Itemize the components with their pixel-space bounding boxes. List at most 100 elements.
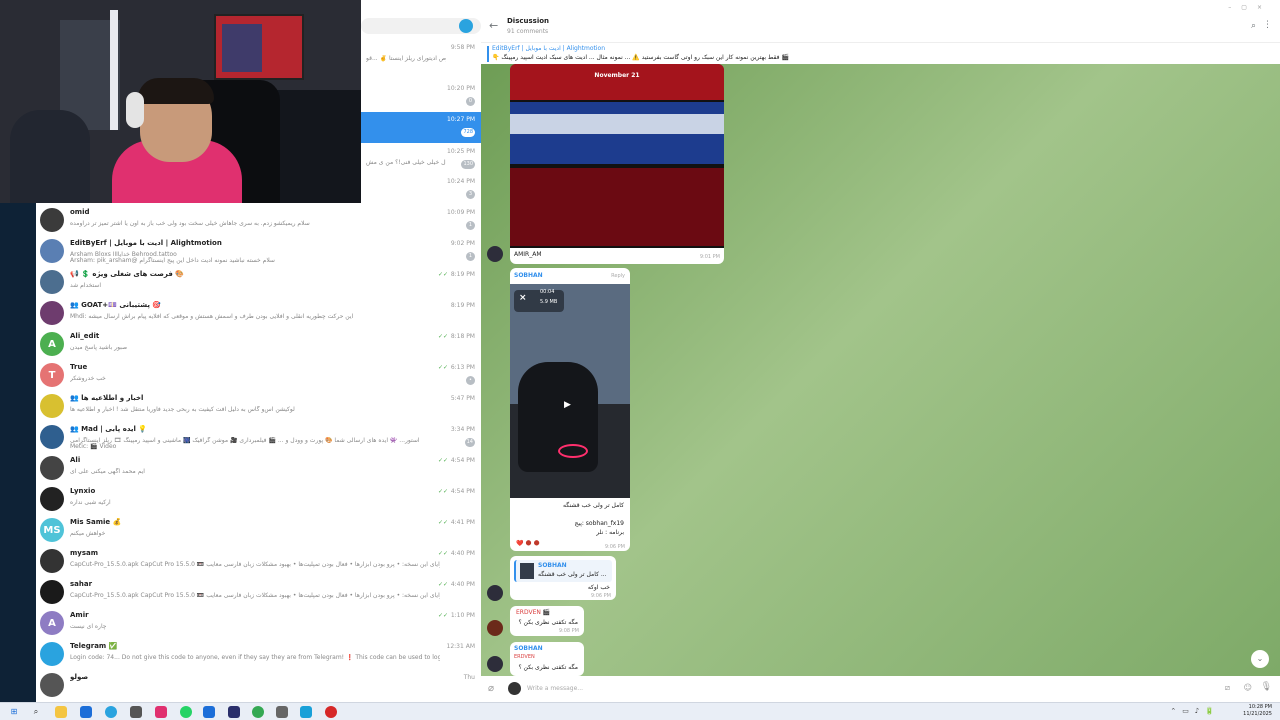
avatar[interactable] — [487, 585, 503, 601]
avatar[interactable] — [487, 246, 503, 262]
chat-row[interactable]: Ali ایم محمد اگهی میکنی علی ای 4:54 PM ✓✓ — [36, 453, 481, 484]
send-as-avatar[interactable] — [508, 682, 521, 695]
search-icon[interactable]: ⌕ — [1251, 21, 1256, 31]
attach-icon[interactable]: ⌀ — [488, 683, 494, 694]
chat-row[interactable]: 👥 GOAT+💷 پشتیبانی 🎯 Mhdi: این حرکت چطوریه… — [36, 298, 481, 329]
commands-icon[interactable]: ⧄ — [1225, 683, 1230, 693]
chat-row[interactable]: صولو Thu — [36, 670, 481, 701]
obs-icon[interactable] — [325, 706, 337, 718]
video-player[interactable]: × 00:04 5.9 MB ▶ — [510, 284, 630, 498]
app-icon[interactable] — [80, 706, 92, 718]
emoji-icon[interactable]: ☺ — [1244, 683, 1252, 692]
sender-name: AMIR_AM — [514, 251, 542, 258]
avatar — [40, 270, 64, 294]
scroll-down-button[interactable]: ⌄ — [1251, 650, 1269, 668]
chat-row[interactable]: omid سلام ریمیکشو زدم. به سری جاهاش خیلی … — [36, 205, 481, 236]
chat-row[interactable]: 📢 💲 فرصت های شغلی ویژه 🎨 استخدام شد 8:19 P… — [36, 267, 481, 298]
chat-row[interactable]: mysam CapCut-Pro_15.5.0.apk CapCut Pro 15… — [36, 546, 481, 577]
chat-preview: استخدام شد — [70, 282, 101, 289]
chat-title[interactable]: Discussion — [507, 17, 549, 25]
telegram-icon[interactable] — [105, 706, 117, 718]
chat-name: صولو — [70, 673, 89, 681]
file-explorer-icon[interactable] — [55, 706, 67, 718]
whatsapp-icon[interactable] — [180, 706, 192, 718]
reply-message[interactable]: SOBHAN کامل تر ولی خب قشنگه ... خب اوکه … — [510, 556, 616, 600]
close-icon[interactable]: × — [519, 293, 527, 303]
reply-button[interactable]: Reply — [611, 273, 625, 279]
chat-time: 10:09 PM — [447, 209, 475, 216]
microphone-icon[interactable]: 🎙 — [1261, 682, 1272, 692]
clock[interactable]: 10:28 PM 11/21/2025 — [1243, 704, 1272, 718]
app-icon[interactable] — [130, 706, 142, 718]
chat-preview: چاره ای نیست — [70, 623, 107, 630]
media-image[interactable]: November 21 — [510, 64, 724, 248]
app-icon[interactable] — [300, 706, 312, 718]
discussion-pane: ← Discussion 91 comments ⌕ ⋮ –▢× EditByE… — [481, 0, 1280, 702]
window-controls[interactable]: –▢× — [1228, 4, 1272, 11]
chat-name: True — [70, 363, 88, 371]
chrome-icon[interactable] — [252, 706, 264, 718]
clock-time: 10:28 PM — [1248, 704, 1272, 710]
app-icon[interactable] — [155, 706, 167, 718]
chat-time: 9:02 PM — [450, 240, 475, 247]
chat-time: 4:54 PM — [450, 457, 475, 464]
media-message[interactable]: November 21 AMIR_AM 9:01 PM — [510, 64, 724, 264]
chat-row[interactable]: A Amir چاره ای نیست 1:10 PM ✓✓ — [36, 608, 481, 639]
system-tray[interactable]: ⌃▭♪🔋 — [1170, 707, 1220, 715]
chat-row[interactable]: Telegram ✅ Login code: 74... Do not give … — [36, 639, 481, 670]
message-time: 9:08 PM — [558, 628, 579, 634]
chat-preview: صبور باشید پاسخ میدن — [70, 344, 128, 351]
chat-preview: Mhdi: این حرکت چطوریه انقلی و افلایی بود… — [70, 313, 354, 320]
message-text: مگه تکفتی نظری بکن ؟ — [518, 619, 578, 626]
avatar — [40, 549, 64, 573]
avatar[interactable] — [487, 620, 503, 636]
chat-time: 10:24 PM — [447, 178, 475, 185]
avatar — [40, 456, 64, 480]
video-car — [518, 362, 598, 472]
message-composer: ⌀ Write a message... ⧄ ☺ 🎙 — [481, 676, 1280, 702]
chat-row[interactable]: T True خب خدروشکر 6:13 PM ✓✓ • — [36, 360, 481, 391]
video-car-light — [558, 444, 588, 458]
avatar — [40, 487, 64, 511]
avatar[interactable] — [487, 656, 503, 672]
pinned-message[interactable]: EditByErf | ادیت با موبایل | Alightmotio… — [481, 42, 1280, 64]
chat-row[interactable]: MS Mis Samie 💰 خواهش میکنم 4:41 PM ✓✓ — [36, 515, 481, 546]
chat-preview: خواهش میکنم — [70, 530, 106, 537]
play-icon[interactable]: ▶ — [564, 400, 578, 414]
chat-row[interactable]: Lynxio ارکیه شبی نداره 4:54 PM ✓✓ — [36, 484, 481, 515]
chat-row[interactable]: 👥 اخبار و اطلاعیه ها لوکیشن اس‌و گاس به د… — [36, 391, 481, 422]
video-message[interactable]: SOBHAN Reply × 00:04 5.9 MB ▶ کامل تر ول… — [510, 268, 630, 551]
search-icon[interactable]: ⌕ — [30, 706, 42, 718]
clock-date: 11/21/2025 — [1243, 711, 1272, 717]
chat-time: 8:18 PM — [450, 333, 475, 340]
avatar — [40, 580, 64, 604]
avatar: A — [40, 611, 64, 635]
pinned-text: 👇 فقط بهترین نمونه کار این سبک رو اوتی گ… — [492, 54, 789, 61]
chat-preview: خب خدروشکر — [70, 375, 106, 382]
more-vertical-icon[interactable]: ⋮ — [1263, 20, 1272, 30]
chat-name: omid — [70, 208, 90, 216]
taskbar: ⊞ ⌕ ⌃▭♪🔋 10:28 PM 11/21/2025 — [0, 702, 1280, 720]
avatar — [40, 208, 64, 232]
chat-row[interactable]: A Ali_edit صبور باشید پاسخ میدن 8:18 PM ✓✓ — [36, 329, 481, 360]
message-input[interactable]: Write a message... — [527, 685, 583, 692]
chat-name: 👥 اخبار و اطلاعیه ها — [70, 394, 144, 402]
text-message[interactable]: ERDVEN 🎬 مگه تکفتی نظری بکن ؟ 9:08 PM — [510, 606, 584, 636]
chat-time: 5:47 PM — [450, 395, 475, 402]
chat-row[interactable]: sahar CapCut-Pro_15.5.0.apk CapCut Pro 15… — [36, 577, 481, 608]
chat-time: 4:40 PM — [450, 550, 475, 557]
message-time: 9:01 PM — [699, 254, 720, 260]
message-text: برنامه : نلر — [596, 529, 624, 536]
start-icon[interactable]: ⊞ — [8, 706, 20, 718]
pinned-accent-bar — [487, 46, 489, 62]
chart-app-icon[interactable] — [203, 706, 215, 718]
reactions[interactable]: ❤️ 🌑 🌑 — [516, 540, 540, 547]
reply-quote[interactable]: SOBHAN کامل تر ولی خب قشنگه ... — [514, 560, 612, 582]
back-arrow-icon[interactable]: ← — [489, 19, 498, 32]
text-message[interactable]: SOBHAN ERDVEN مگه تکفتی نظری بکن ؟ — [510, 642, 584, 676]
unread-badge: 0 — [466, 97, 475, 106]
read-check-icon: ✓✓ — [437, 550, 448, 557]
settings-icon[interactable] — [276, 706, 288, 718]
unread-badge: 130 — [461, 160, 475, 169]
after-effects-icon[interactable] — [228, 706, 240, 718]
